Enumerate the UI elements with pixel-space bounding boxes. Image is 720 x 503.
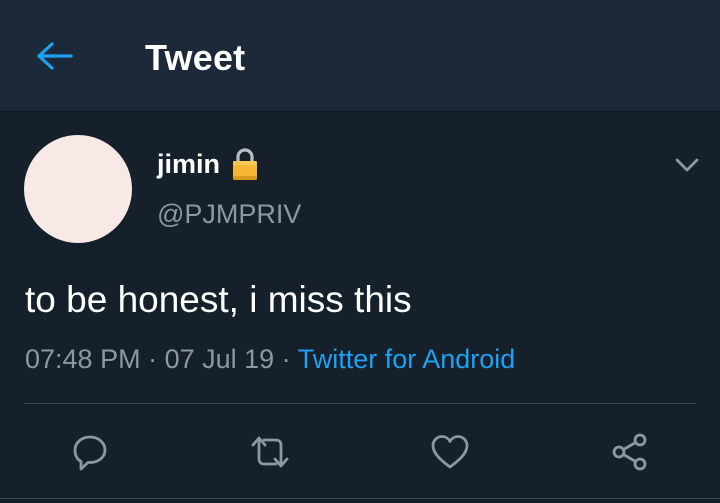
reply-button[interactable]	[68, 430, 112, 474]
tweet-metadata: 07:48 PM · 07 Jul 19 · Twitter for Andro…	[25, 342, 515, 376]
display-name[interactable]: jimin	[157, 147, 220, 181]
retweet-icon	[251, 436, 289, 468]
avatar[interactable]	[24, 135, 132, 243]
share-icon	[612, 433, 647, 471]
top-app-bar: Tweet	[0, 0, 720, 112]
more-options-button[interactable]	[668, 148, 706, 182]
like-icon	[431, 435, 469, 469]
author-name-row[interactable]: jimin	[157, 146, 260, 182]
meta-separator: ·	[274, 344, 298, 374]
arrow-left-icon	[37, 42, 73, 70]
reply-icon	[73, 435, 107, 471]
tweet-actions-bar	[0, 430, 720, 474]
bottom-divider	[0, 498, 720, 503]
user-handle[interactable]: @PJMPRIV	[157, 197, 301, 231]
meta-separator: ·	[140, 344, 165, 374]
tweet-time: 07:48 PM	[25, 344, 141, 374]
chevron-down-icon	[675, 158, 699, 172]
tweet-detail-screen: Tweet jimin @PJMPRIV to be honest, i mis…	[0, 0, 720, 503]
tweet-text: to be honest, i miss this	[25, 279, 412, 320]
page-title: Tweet	[145, 37, 246, 78]
retweet-button[interactable]	[248, 430, 292, 474]
like-button[interactable]	[428, 430, 472, 474]
tweet-source-link[interactable]: Twitter for Android	[298, 344, 516, 374]
lock-icon	[230, 146, 260, 182]
back-button[interactable]	[28, 32, 82, 80]
divider	[24, 403, 696, 404]
tweet-date: 07 Jul 19	[164, 344, 275, 374]
share-button[interactable]	[608, 430, 652, 474]
